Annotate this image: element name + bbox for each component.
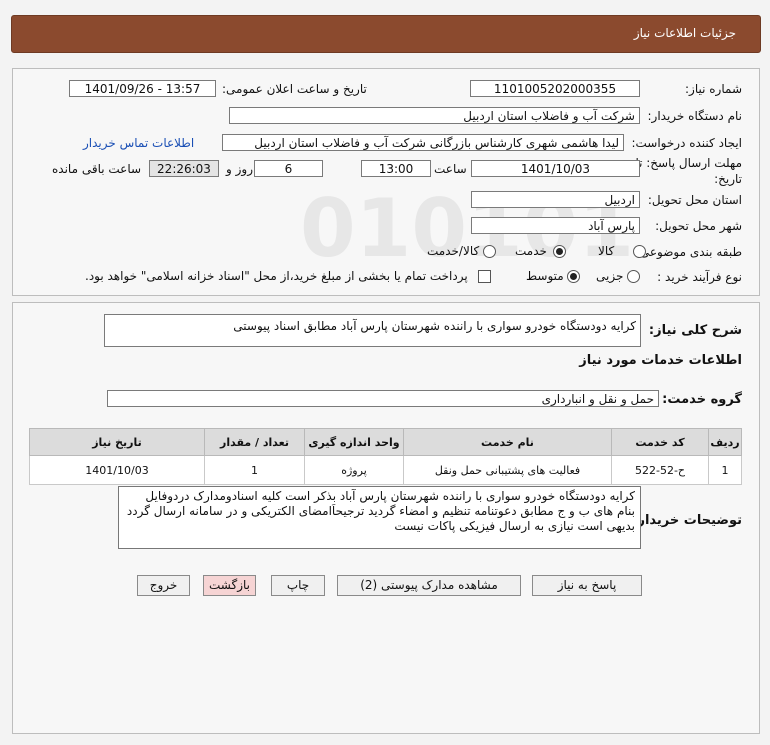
treasury-payment-checkbox[interactable]: [478, 270, 491, 283]
table-row: 1 ح-52-522 فعالیت های پشتیبانی حمل ونقل …: [29, 455, 742, 485]
category-radio-goods-service[interactable]: [483, 245, 496, 258]
remaining-time-field: 22:26:03: [149, 160, 219, 177]
general-desc-field: کرایه دودستگاه خودرو سواری با راننده شهر…: [104, 314, 641, 347]
announce-field: 1401/09/26 - 13:57: [69, 80, 216, 97]
remaining-label: ساعت باقی مانده: [52, 162, 142, 176]
need-number-field: 1101005202000355: [470, 80, 640, 97]
need-info-panel: [12, 68, 760, 296]
buyer-notes-label: توضیحات خریدار:: [632, 513, 742, 528]
cell-row-number: 1: [708, 455, 742, 485]
announce-label: تاریخ و ساعت اعلان عمومی:: [222, 82, 367, 96]
province-field: اردبیل: [471, 191, 640, 208]
deadline-time-field: 13:00: [361, 160, 431, 177]
treasury-payment-note: پرداخت تمام یا بخشی از مبلغ خرید،از محل …: [85, 269, 468, 283]
buyer-org-field: شرکت آب و فاضلاب استان اردبیل: [229, 107, 640, 124]
general-desc-label: شرح کلی نیاز:: [648, 323, 742, 338]
service-group-field: حمل و نقل و انبارداری: [107, 390, 659, 407]
buyer-notes-line: بدیهی است نیازی به ارسال فیزیکی پاکات نی…: [394, 519, 635, 533]
city-field: پارس آباد: [471, 217, 640, 234]
deadline-label-date: تاریخ:: [714, 172, 742, 186]
creator-label: ایجاد کننده درخواست:: [631, 136, 742, 150]
table-header-row: ردیف کد خدمت نام خدمت واحد اندازه گیری ت…: [29, 428, 742, 456]
back-button[interactable]: بازگشت: [203, 575, 256, 596]
buyer-contact-link[interactable]: اطلاعات تماس خریدار: [83, 136, 194, 150]
category-radio-goods[interactable]: [633, 245, 646, 258]
services-table: ردیف کد خدمت نام خدمت واحد اندازه گیری ت…: [29, 428, 742, 485]
deadline-date-field: 1401/10/03: [471, 160, 640, 177]
category-goods-label: کالا: [598, 244, 615, 258]
services-heading: اطلاعات خدمات مورد نیاز: [579, 353, 742, 368]
deadline-time-label: ساعت: [434, 162, 467, 176]
category-service-label: خدمت: [515, 244, 547, 258]
reply-button[interactable]: پاسخ به نیاز: [532, 575, 642, 596]
col-service-name: نام خدمت: [403, 428, 612, 456]
purchase-radio-minor[interactable]: [627, 270, 640, 283]
province-label: استان محل تحویل:: [647, 193, 742, 207]
cell-unit: پروژه: [304, 455, 404, 485]
cell-need-date: 1401/10/03: [29, 455, 205, 485]
days-field: 6: [254, 160, 323, 177]
page-title: جزئیات اطلاعات نیاز: [633, 26, 736, 40]
exit-button[interactable]: خروج: [137, 575, 190, 596]
cell-quantity: 1: [204, 455, 305, 485]
col-row-number: ردیف: [708, 428, 742, 456]
creator-field: لیدا هاشمی شهری کارشناس بازرگانی شرکت آب…: [222, 134, 624, 151]
service-group-label: گروه خدمت:: [662, 392, 742, 407]
need-number-label: شماره نیاز:: [685, 82, 742, 96]
col-service-code: کد خدمت: [611, 428, 709, 456]
city-label: شهر محل تحویل:: [655, 219, 742, 233]
category-goods-service-label: کالا/خدمت: [427, 244, 480, 258]
buyer-notes-line: کرایه دودستگاه خودرو سواری با راننده شهر…: [145, 489, 635, 503]
category-label: طبقه بندی موضوعی:: [635, 245, 742, 259]
buyer-notes-field: کرایه دودستگاه خودرو سواری با راننده شهر…: [118, 486, 641, 549]
deadline-label: مهلت ارسال پاسخ: تا: [635, 156, 742, 170]
purchase-type-label: نوع فرآیند خرید :: [657, 270, 742, 284]
col-need-date: تاریخ نیاز: [29, 428, 205, 456]
cell-service-code: ح-52-522: [611, 455, 709, 485]
category-radio-service[interactable]: [553, 245, 566, 258]
purchase-medium-label: متوسط: [526, 269, 564, 283]
days-label: روز و: [226, 162, 253, 176]
buyer-org-label: نام دستگاه خریدار:: [647, 109, 743, 123]
buyer-notes-line: بنام های ب و ج مطابق دعوتنامه تنظیم و ام…: [126, 504, 635, 518]
col-quantity: تعداد / مقدار: [204, 428, 305, 456]
purchase-radio-medium[interactable]: [567, 270, 580, 283]
print-button[interactable]: چاپ: [271, 575, 325, 596]
page-title-bar: جزئیات اطلاعات نیاز: [11, 15, 761, 53]
col-unit: واحد اندازه گیری: [304, 428, 404, 456]
cell-service-name: فعالیت های پشتیبانی حمل ونقل: [403, 455, 612, 485]
view-attachments-button[interactable]: مشاهده مدارک پیوستی (2): [337, 575, 521, 596]
purchase-minor-label: جزیی: [596, 269, 624, 283]
